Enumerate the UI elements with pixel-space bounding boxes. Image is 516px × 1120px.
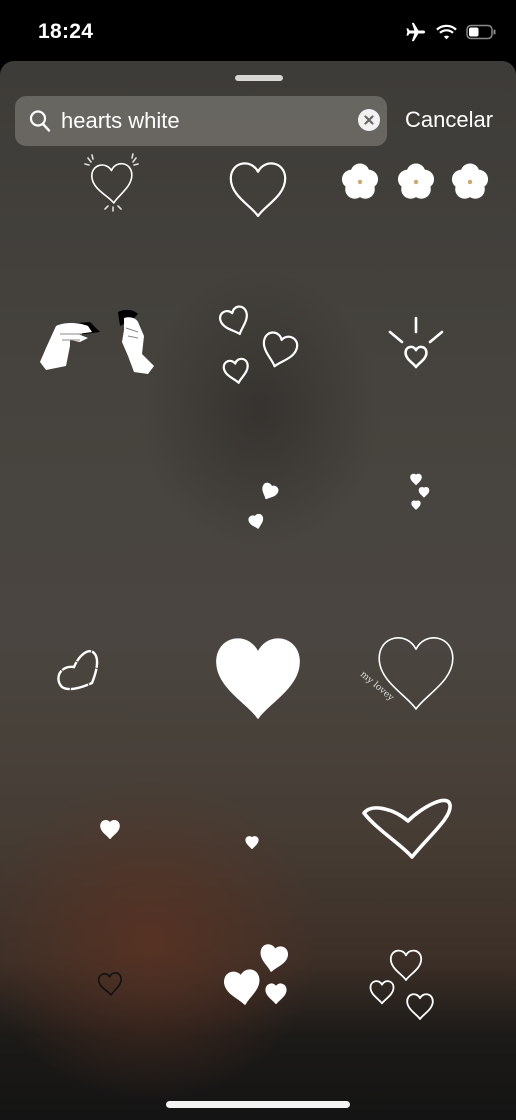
sticker-chalk-heart[interactable] [12, 593, 184, 753]
sticker-three-doodle-hearts[interactable] [172, 266, 344, 426]
home-indicator[interactable] [166, 1101, 350, 1108]
sticker-brush-heart[interactable] [330, 751, 502, 911]
svg-text:my lovey: my lovey [358, 670, 396, 704]
filled-heart-artwork [216, 638, 300, 720]
sticker-outline-hearts-cluster[interactable] [330, 911, 502, 1071]
sticker-filled-hearts-cluster[interactable] [172, 911, 344, 1071]
small-heart-artwork [100, 820, 120, 839]
sticker-filled-heart-large[interactable] [172, 593, 344, 753]
two-hearts-artwork [248, 482, 279, 529]
three-tiny-artwork [410, 473, 430, 510]
sticker-search-sheet: Cancelar my lovey [0, 61, 516, 1120]
sticker-shining-heart[interactable] [330, 266, 502, 426]
flowers-artwork [341, 163, 489, 199]
sticker-two-small-hearts[interactable] [172, 428, 344, 588]
empty-artwork [12, 428, 184, 588]
chalk-heart-artwork [57, 650, 99, 691]
sheet-grabber-handle[interactable] [235, 75, 283, 81]
tiny-heart-artwork [245, 836, 259, 850]
filled-cluster-artwork [224, 944, 288, 1005]
doodle-hearts-artwork [218, 305, 299, 384]
status-time: 18:24 [38, 20, 94, 43]
status-icons [405, 22, 496, 42]
sticker-three-tiny-hearts[interactable] [330, 428, 502, 588]
sticker-hands-heart[interactable] [12, 266, 184, 426]
sparkle-heart-artwork [84, 153, 139, 212]
sticker-empty[interactable] [12, 428, 184, 588]
sticker-my-love-heart[interactable]: my lovey [330, 593, 502, 753]
sticker-small-filled-heart[interactable] [12, 751, 184, 911]
airplane-mode-icon [405, 22, 427, 42]
sticker-heart-outline[interactable] [172, 106, 344, 266]
mylove-heart-artwork: my lovey [358, 637, 454, 710]
dark-heart-artwork [97, 972, 122, 996]
heart-outline-artwork [229, 162, 287, 218]
outline-cluster-artwork [369, 949, 434, 1020]
wifi-icon [436, 24, 457, 40]
brush-heart-artwork [362, 798, 452, 859]
battery-icon [466, 24, 496, 40]
sticker-sparkle-heart-outline[interactable] [12, 106, 184, 266]
hands-artwork [40, 309, 154, 374]
sticker-tiny-filled-heart[interactable] [172, 751, 344, 911]
sticker-three-flowers[interactable] [330, 106, 502, 266]
sticker-dark-heart-outline[interactable] [12, 911, 184, 1071]
shine-heart-artwork [388, 316, 444, 369]
status-bar: 18:24 [0, 0, 516, 62]
